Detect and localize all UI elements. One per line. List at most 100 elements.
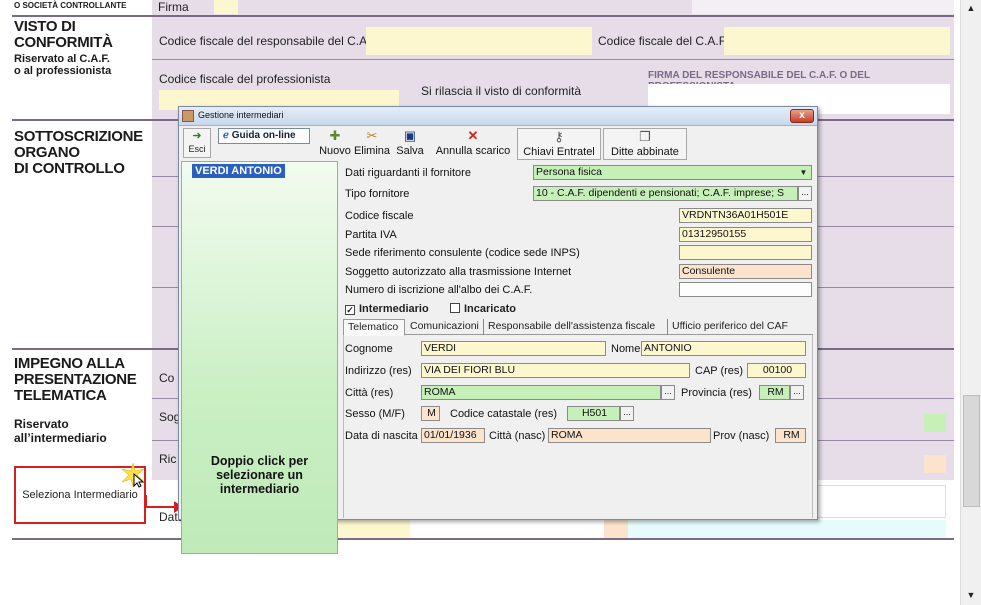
indirizzo-field[interactable]: VIA DEI FIORI BLU — [421, 363, 690, 378]
visto-rilascio-text: Si rilascia il visto di conformità — [421, 84, 582, 98]
intermediario-checkbox[interactable]: ✓ Intermediario — [345, 303, 429, 315]
soggetto-field[interactable]: Consulente — [679, 264, 812, 279]
divider — [12, 538, 954, 540]
sesso-field[interactable]: M — [421, 406, 440, 421]
tab-responsabile[interactable]: Responsabile dell'assistenza fiscale — [484, 319, 668, 335]
partita-iva-label: Partita IVA — [345, 229, 397, 241]
prov-nasc-label: Prov (nasc) — [713, 430, 770, 442]
gestione-intermediari-dialog: Gestione intermediari x ➜ Esci ℯ Guida o… — [178, 106, 818, 554]
toolbar: ✚ Nuovo ✂ Elimina ▣ Salva ✕ Annulla scar… — [181, 128, 815, 160]
impegno-small-field[interactable] — [604, 520, 628, 538]
top-section-label: O SOCIETÀ CONTROLLANTE — [14, 1, 127, 10]
checkbox-empty-icon — [450, 303, 460, 313]
dialog-titlebar[interactable]: Gestione intermediari x — [179, 107, 817, 126]
firma-label: Firma — [158, 0, 189, 14]
chiavi-label: Chiavi Entratel — [523, 146, 595, 158]
vertical-scrollbar[interactable]: ▲ ▼ — [960, 0, 981, 605]
cf-caf-field[interactable] — [724, 27, 950, 55]
provincia-label: Provincia (res) — [681, 387, 752, 399]
impegno-cyan-field[interactable] — [628, 520, 946, 538]
imp-sub-1: Riservato — [14, 417, 69, 431]
nome-field[interactable]: ANTONIO — [641, 341, 806, 356]
visto-title-2: CONFORMITÀ — [14, 34, 113, 51]
prov-nasc-field[interactable]: RM — [775, 428, 806, 443]
imp-title-3: TELEMATICA — [14, 387, 107, 404]
tipo-fornitore-lookup-button[interactable]: ... — [798, 186, 812, 201]
window-icon: ❐ — [639, 129, 651, 144]
close-button[interactable]: x — [790, 109, 814, 123]
sott-title-3: DI CONTROLLO — [14, 160, 125, 177]
red-arrow-line — [145, 506, 177, 508]
sog-checkbox[interactable] — [924, 414, 946, 432]
cap-label: CAP (res) — [695, 365, 744, 377]
chiavi-entratel-button[interactable]: ⚷ Chiavi Entratel — [517, 128, 601, 160]
elimina-label: Elimina — [353, 145, 391, 157]
cf-prof-label: Codice fiscale del professionista — [159, 72, 331, 86]
nascita-label: Data di nascita — [345, 430, 418, 442]
catastale-lookup-button[interactable]: ... — [620, 406, 634, 421]
cf-resp-caf-label: Codice fiscale del responsabile del C.A.… — [159, 34, 380, 48]
catastale-field[interactable]: H501 — [567, 406, 620, 421]
imp-title-1: IMPEGNO ALLA — [14, 355, 125, 372]
click-cursor-icon — [121, 462, 145, 488]
catastale-label: Codice catastale (res) — [450, 408, 557, 420]
sede-field[interactable] — [679, 245, 812, 260]
cognome-field[interactable]: VERDI — [421, 341, 606, 356]
elimina-button[interactable]: ✂ Elimina — [353, 128, 391, 160]
provincia-field[interactable]: RM — [759, 385, 790, 400]
citta-field[interactable]: ROMA — [421, 385, 661, 400]
salva-button[interactable]: ▣ Salva — [393, 128, 427, 160]
firma-field[interactable] — [214, 0, 238, 14]
seleziona-intermediario-label: Seleziona Intermediario — [22, 489, 138, 501]
visto-sub-2: o al professionista — [14, 65, 112, 77]
dati-fornitore-value: Persona fisica — [536, 166, 602, 178]
cancel-icon: ✕ — [467, 128, 479, 143]
tipo-fornitore-value: 10 - C.A.F. dipendenti e pensionati; C.A… — [536, 187, 785, 199]
tab-telematico[interactable]: Telematico — [343, 319, 405, 336]
save-icon: ▣ — [403, 128, 417, 143]
citta-nasc-field[interactable]: ROMA — [548, 428, 711, 443]
checkbox-checked-icon: ✓ — [345, 305, 355, 315]
imp-title-2: PRESENTAZIONE — [14, 371, 137, 388]
ric-checkbox[interactable] — [924, 455, 946, 473]
citta-lookup-button[interactable]: ... — [661, 385, 675, 400]
imp-sub-2: all’intermediario — [14, 431, 107, 445]
ditte-abbinate-button[interactable]: ❐ Ditte abbinate — [603, 128, 687, 160]
dati-fornitore-label: Dati riguardanti il fornitore — [345, 167, 471, 179]
scroll-up-icon[interactable]: ▲ — [961, 0, 981, 17]
codice-fiscale-field[interactable]: VRDNTN36A01H501E — [679, 208, 812, 223]
delete-icon: ✂ — [366, 128, 378, 143]
visto-sub-1: Riservato al C.A.F. — [14, 53, 110, 65]
cf-caf-label: Codice fiscale del C.A.F. — [598, 34, 729, 48]
cf-resp-caf-field[interactable] — [366, 27, 592, 55]
tab-bar: Telematico Comunicazioni Responsabile de… — [343, 319, 813, 336]
chevron-down-icon[interactable]: ▼ — [797, 166, 810, 179]
annulla-scarico-button[interactable]: ✕ Annulla scarico — [433, 128, 513, 160]
scroll-down-icon[interactable]: ▼ — [961, 587, 981, 604]
incaricato-checkbox[interactable]: Incaricato — [450, 303, 516, 315]
partita-iva-field[interactable]: 01312950155 — [679, 227, 812, 242]
nuovo-button[interactable]: ✚ Nuovo — [317, 128, 353, 160]
list-item[interactable]: VERDI ANTONIO — [192, 164, 285, 178]
imp-row-co: Co — [159, 371, 175, 385]
firma-field-right[interactable] — [692, 0, 954, 14]
list-hint: Doppio click per selezionare un intermed… — [210, 454, 309, 496]
divider — [152, 59, 954, 60]
dati-fornitore-select[interactable]: Persona fisica — [533, 165, 812, 180]
tab-ufficio-periferico[interactable]: Ufficio periferico del CAF — [668, 319, 793, 335]
annulla-label: Annulla scarico — [435, 145, 511, 157]
cap-field[interactable]: 00100 — [747, 363, 806, 378]
citta-nasc-label: Città (nasc) — [489, 430, 546, 442]
intermediario-label: Intermediario — [359, 303, 429, 315]
app-icon — [182, 110, 194, 122]
provincia-lookup-button[interactable]: ... — [790, 385, 804, 400]
scroll-thumb[interactable] — [963, 395, 980, 507]
tab-comunicazioni[interactable]: Comunicazioni — [406, 319, 484, 335]
tipo-fornitore-field[interactable]: 10 - C.A.F. dipendenti e pensionati; C.A… — [533, 186, 798, 201]
numero-albo-field[interactable] — [679, 282, 812, 297]
imp-row-ric: Ric — [159, 452, 177, 466]
intermediari-list[interactable]: VERDI ANTONIO Doppio click per seleziona… — [181, 161, 338, 554]
codice-fiscale-label: Codice fiscale — [345, 210, 414, 222]
nascita-field[interactable]: 01/01/1936 — [421, 428, 485, 443]
citta-label: Città (res) — [345, 387, 394, 399]
